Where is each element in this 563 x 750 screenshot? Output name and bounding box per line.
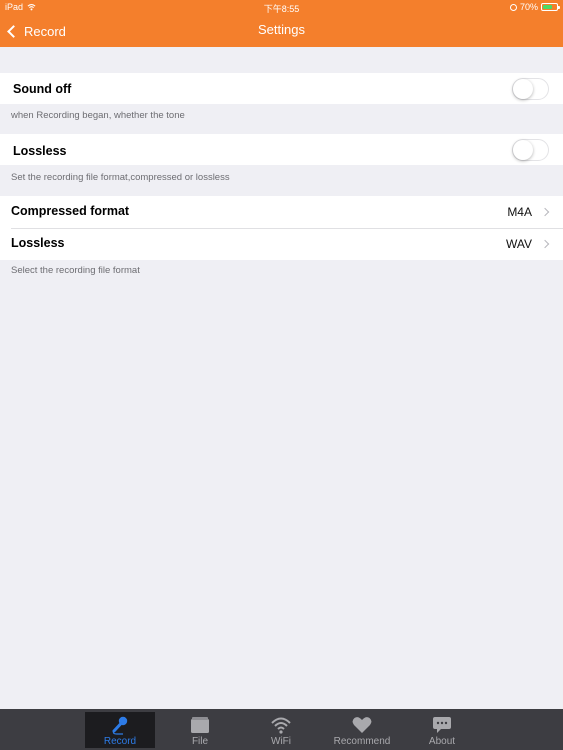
sound-off-toggle[interactable]: [512, 78, 549, 100]
battery-fill: [543, 5, 553, 9]
tab-bar: Record File WiFi Recommend About: [0, 709, 563, 750]
tab-wifi[interactable]: WiFi: [246, 712, 316, 748]
tab-record-label: Record: [103, 736, 137, 747]
tab-recommend[interactable]: Recommend: [327, 712, 397, 748]
compressed-format-value: M4A: [507, 205, 532, 219]
sound-off-row: Sound off: [0, 73, 563, 104]
sound-off-label: Sound off: [13, 82, 72, 96]
battery-icon: [541, 3, 560, 11]
lossless-toggle-row: Lossless: [0, 134, 563, 165]
toggle-knob: [513, 140, 533, 160]
chevron-right-icon: [540, 239, 550, 249]
tab-about-label: About: [428, 736, 456, 747]
tab-record[interactable]: Record: [85, 712, 155, 748]
status-time: 下午8:55: [263, 4, 300, 14]
wifi-icon: [271, 717, 291, 734]
chat-bubble-icon: [433, 717, 451, 733]
format-group: Compressed format M4A Lossless WAV: [0, 196, 563, 260]
sound-off-footer: when Recording began, whether the tone: [11, 110, 185, 121]
lossless-toggle[interactable]: [512, 139, 549, 161]
toggle-knob: [513, 79, 533, 99]
lossless-toggle-footer: Set the recording file format,compressed…: [11, 172, 230, 183]
microphone-icon: [112, 716, 128, 735]
tab-file-label: File: [191, 736, 209, 747]
lossless-format-row[interactable]: Lossless WAV: [0, 228, 563, 260]
alarm-icon: [509, 3, 517, 11]
tab-about[interactable]: About: [407, 712, 477, 748]
page-title: Settings: [258, 22, 305, 37]
folder-icon: [191, 717, 209, 733]
status-right: 70%: [509, 2, 560, 12]
tab-file[interactable]: File: [165, 712, 235, 748]
nav-bar: Record Settings: [0, 15, 563, 47]
tab-recommend-label: Recommend: [333, 736, 391, 747]
battery-percent: 70%: [519, 2, 538, 12]
tab-wifi-label: WiFi: [271, 736, 291, 747]
lossless-toggle-label: Lossless: [13, 144, 67, 158]
heart-icon: [352, 717, 372, 733]
header: iPad 下午8:55 70% Record Settings: [0, 0, 563, 47]
lossless-format-label: Lossless: [11, 236, 65, 250]
compressed-format-row[interactable]: Compressed format M4A: [0, 196, 563, 228]
lossless-format-value: WAV: [506, 237, 532, 251]
compressed-format-label: Compressed format: [11, 204, 130, 218]
chevron-right-icon: [540, 207, 550, 217]
status-bar: iPad 下午8:55 70%: [0, 0, 563, 15]
format-footer: Select the recording file format: [11, 265, 140, 276]
